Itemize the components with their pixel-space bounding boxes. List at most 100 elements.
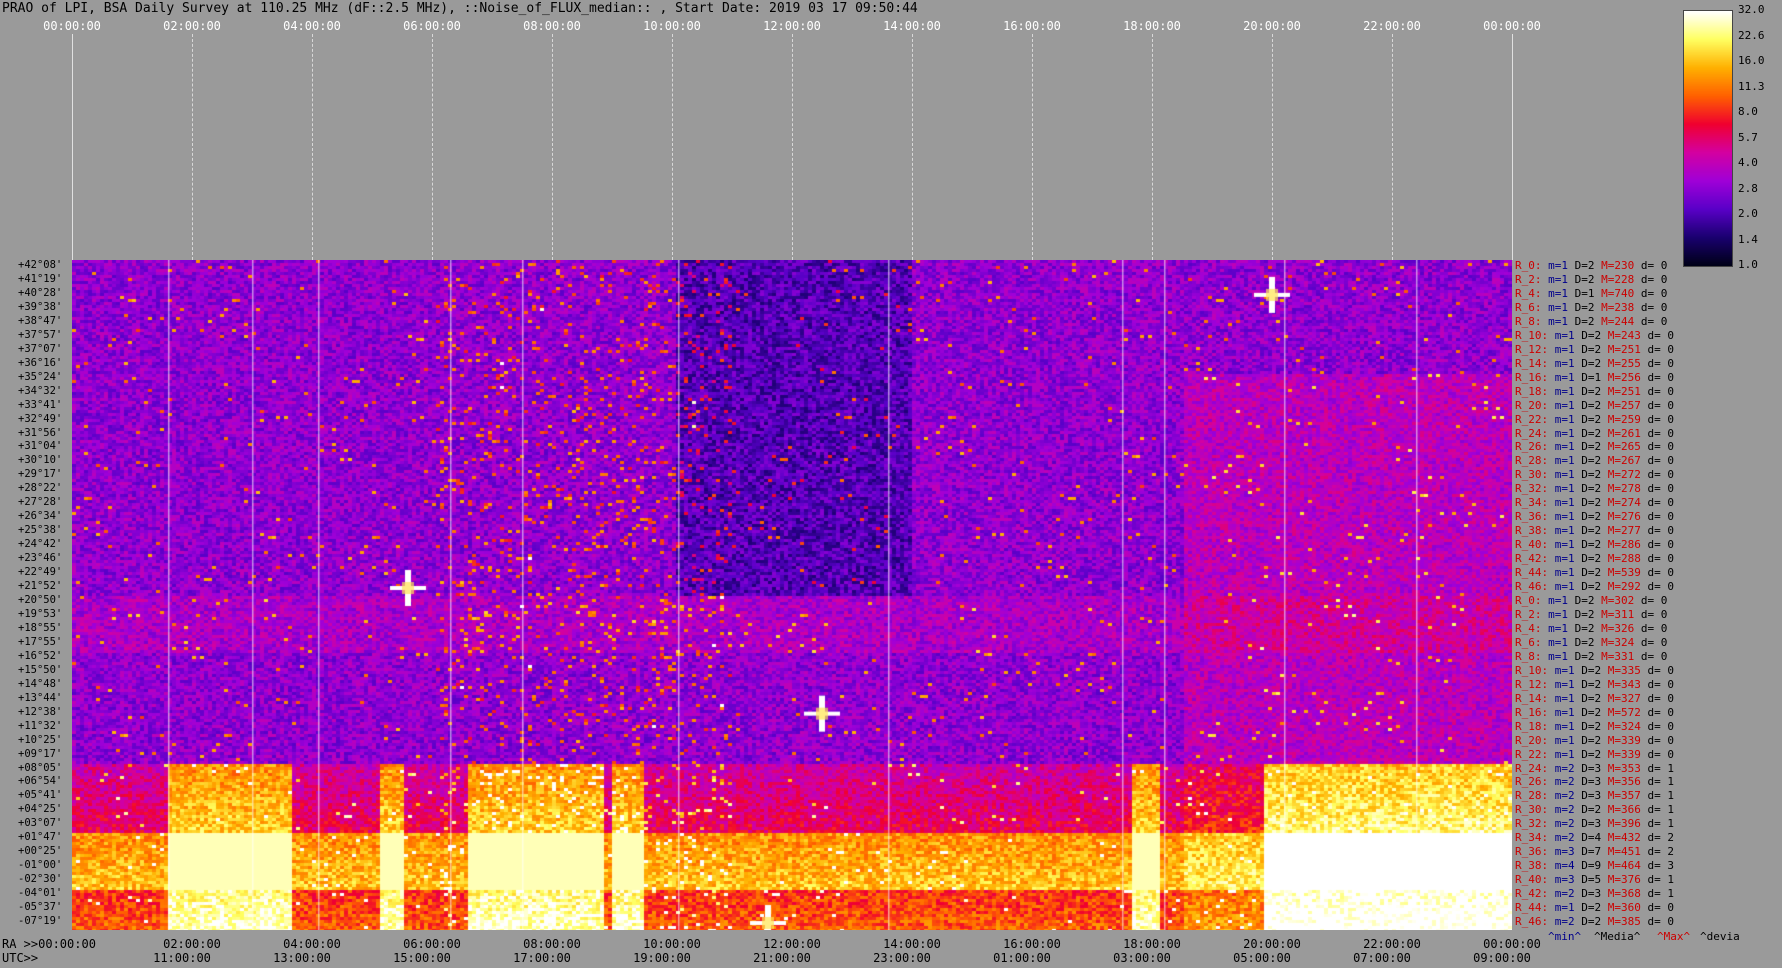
- row-stat: R_12: m=1 D=2 M=251 d= 0: [1515, 343, 1674, 356]
- colorbar-tick: 4.0: [1738, 156, 1758, 169]
- stat-D: D=2: [1574, 314, 1595, 328]
- stat-d: d= 0: [1647, 482, 1675, 496]
- dec-label: +18°55': [18, 621, 63, 634]
- stat-d: d= 0: [1647, 356, 1675, 370]
- stat-m: m=1: [1548, 635, 1568, 649]
- stat-d: d= 2: [1647, 845, 1675, 859]
- stat-D: D=2: [1574, 300, 1595, 314]
- stat-r: R_6:: [1515, 635, 1542, 649]
- stat-r: R_10:: [1515, 328, 1549, 342]
- legend-max: ^Max^: [1657, 930, 1691, 943]
- stat-d: d= 0: [1640, 594, 1668, 607]
- stat-D: D=2: [1581, 328, 1602, 342]
- stat-M: M=339: [1607, 733, 1641, 747]
- stat-M: M=740: [1601, 286, 1635, 300]
- stat-M: M=288: [1607, 552, 1641, 566]
- gridline: [792, 34, 793, 260]
- stat-D: D=3: [1581, 887, 1602, 901]
- row-stat: R_20: m=1 D=2 M=257 d= 0: [1515, 399, 1674, 412]
- row-stat: R_6: m=1 D=2 M=324 d= 0: [1515, 636, 1667, 649]
- stat-r: R_46:: [1515, 915, 1549, 929]
- utc-tick-label: 09:00:00: [1473, 951, 1531, 965]
- row-stat: R_6: m=1 D=2 M=238 d= 0: [1515, 301, 1667, 314]
- stat-r: R_36:: [1515, 845, 1549, 859]
- stat-r: R_22:: [1515, 412, 1549, 426]
- stat-d: d= 0: [1647, 384, 1675, 398]
- stat-m: m=1: [1554, 412, 1575, 426]
- ra-tick-label: 10:00:00: [643, 937, 701, 951]
- stat-D: D=2: [1581, 440, 1602, 454]
- stat-M: M=276: [1607, 510, 1641, 524]
- dec-label: +41°19': [18, 272, 63, 285]
- stat-M: M=302: [1601, 594, 1635, 607]
- stat-D: D=2: [1581, 398, 1602, 412]
- dec-label: +30°10': [18, 454, 63, 467]
- stat-r: R_24:: [1515, 761, 1549, 775]
- stat-m: m=1: [1554, 691, 1575, 705]
- dec-label: +12°38': [18, 705, 63, 718]
- ra-tick-label: 16:00:00: [1003, 937, 1061, 951]
- stat-m: m=1: [1548, 607, 1568, 621]
- top-tick-label: 02:00:00: [163, 19, 221, 33]
- dec-label: +19°53': [18, 607, 63, 620]
- row-stat: R_46: m=1 D=2 M=292 d= 0: [1515, 580, 1674, 593]
- row-stat: R_42: m=2 D=3 M=368 d= 1: [1515, 887, 1674, 900]
- row-stat: R_26: m=2 D=3 M=356 d= 1: [1515, 775, 1674, 788]
- dec-label: +09°17': [18, 747, 63, 760]
- stat-D: D=2: [1581, 719, 1602, 733]
- stat-r: R_2:: [1515, 607, 1542, 621]
- row-stat: R_12: m=1 D=2 M=343 d= 0: [1515, 678, 1674, 691]
- dec-label: +20°50': [18, 594, 63, 606]
- stat-M: M=432: [1607, 831, 1641, 845]
- ra-tick-label: 08:00:00: [523, 937, 581, 951]
- dec-label: +04°25': [18, 803, 63, 816]
- stat-d: d= 0: [1647, 719, 1675, 733]
- dec-label: -02°30': [18, 873, 63, 886]
- row-stat: R_4: m=1 D=2 M=326 d= 0: [1515, 622, 1667, 635]
- colorbar-tick: 8.0: [1738, 105, 1758, 118]
- stat-r: R_8:: [1515, 314, 1542, 328]
- stat-d: d= 0: [1640, 259, 1668, 272]
- colorbar-tick: 5.7: [1738, 130, 1758, 144]
- dec-label: +26°34': [18, 510, 63, 523]
- utc-tick-label: 07:00:00: [1353, 951, 1411, 965]
- colorbar-tick: 2.8: [1738, 181, 1758, 195]
- stat-M: M=451: [1607, 845, 1641, 859]
- stat-M: M=261: [1607, 426, 1641, 440]
- stat-M: M=324: [1607, 719, 1641, 733]
- stat-M: M=366: [1607, 803, 1641, 817]
- colorbar-tick: 11.3: [1738, 79, 1765, 93]
- stat-d: d= 0: [1640, 649, 1668, 663]
- dec-label: +10°25': [18, 733, 63, 746]
- stat-M: M=376: [1607, 873, 1641, 887]
- dec-label: +31°56': [18, 426, 63, 439]
- stat-r: R_12:: [1515, 342, 1549, 356]
- stat-M: M=292: [1607, 580, 1641, 594]
- stat-m: m=1: [1554, 566, 1575, 580]
- dec-label: +00°25': [18, 845, 63, 858]
- stat-M: M=230: [1601, 259, 1635, 272]
- dec-label: +15°50': [18, 663, 63, 676]
- stat-d: d= 0: [1647, 398, 1675, 412]
- stat-D: D=2: [1581, 580, 1602, 594]
- stat-r: R_16:: [1515, 370, 1549, 384]
- stat-D: D=2: [1581, 384, 1602, 398]
- stat-M: M=356: [1607, 775, 1641, 789]
- row-stat: R_8: m=1 D=2 M=244 d= 0: [1515, 315, 1667, 328]
- stat-r: R_24:: [1515, 426, 1549, 440]
- top-tick-label: 20:00:00: [1243, 19, 1301, 33]
- stat-d: d= 0: [1647, 328, 1675, 342]
- stat-M: M=274: [1607, 496, 1641, 510]
- dec-label: +06°54': [18, 775, 63, 788]
- stat-r: R_38:: [1515, 859, 1549, 873]
- stat-D: D=2: [1581, 677, 1602, 691]
- stat-D: D=2: [1581, 552, 1602, 566]
- stat-r: R_34:: [1515, 496, 1549, 510]
- row-stat: R_2: m=1 D=2 M=311 d= 0: [1515, 608, 1667, 621]
- stat-m: m=1: [1554, 663, 1575, 677]
- stat-D: D=2: [1581, 496, 1602, 510]
- dec-label: +08°05': [18, 761, 63, 774]
- stat-r: R_14:: [1515, 356, 1549, 370]
- row-stat: R_24: m=1 D=2 M=261 d= 0: [1515, 427, 1674, 440]
- stat-r: R_14:: [1515, 691, 1549, 705]
